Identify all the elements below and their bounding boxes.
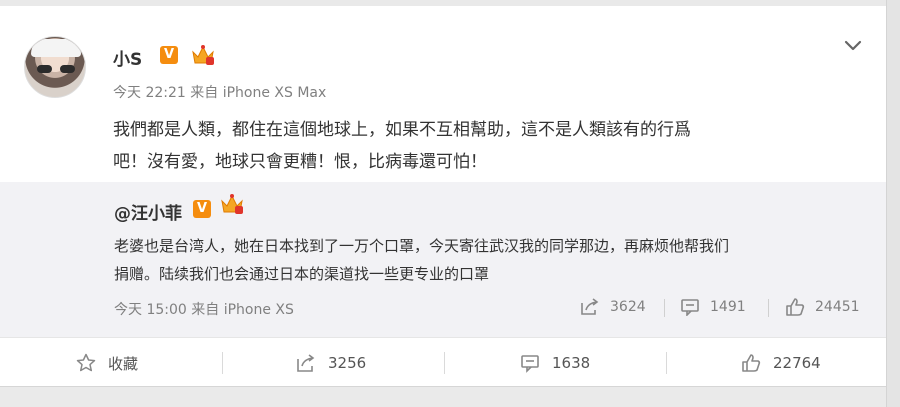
chevron-down-icon[interactable]: [842, 34, 864, 56]
member-crown-icon[interactable]: [219, 192, 245, 216]
weibo-post-card: 小S V 今天 22:21 来自 iPhone XS Max 我們都是人類，都住…: [0, 6, 886, 407]
repost-text-line: 老婆也是台湾人，她在日本找到了一万个口罩，今天寄往武汉我的同学那边，再麻烦他帮我…: [114, 237, 730, 255]
comment-icon: [521, 355, 539, 373]
repost-share-count: 3624: [610, 299, 646, 315]
comment-icon: [681, 299, 699, 316]
share-count: 3256: [328, 354, 367, 372]
post-text-line: 吧！沒有愛，地球只會更糟！恨，比病毒還可怕！: [113, 152, 487, 172]
repost-author[interactable]: @汪小菲: [114, 199, 182, 224]
like-icon: [742, 354, 761, 372]
avatar[interactable]: [24, 36, 86, 98]
post-text: 我們都是人類，都住在這個地球上，如果不互相幫助，這不是人類該有的行爲 吧！沒有愛…: [113, 114, 853, 178]
repost-like-button[interactable]: 24451: [785, 295, 860, 319]
repost-meta: 今天 15:00 来自 iPhone XS: [114, 302, 294, 318]
member-crown-icon[interactable]: [190, 43, 216, 67]
divider: [664, 299, 665, 317]
verified-badge: V: [160, 46, 178, 64]
verified-badge: V: [193, 200, 211, 218]
favorite-button[interactable]: 收藏: [76, 351, 138, 375]
repost-text: 老婆也是台湾人，她在日本找到了一万个口罩，今天寄往武汉我的同学那边，再麻烦他帮我…: [114, 232, 834, 288]
share-icon: [297, 354, 315, 372]
favorite-label: 收藏: [108, 354, 139, 373]
comment-count: 1638: [552, 354, 591, 372]
repost-text-line: 捐赠。陆续我们也会通过日本的渠道找一些更专业的口罩: [114, 265, 490, 283]
post-action-bar: 收藏 3256 1638 22764: [0, 337, 886, 385]
like-count: 22764: [773, 354, 821, 372]
scrollbar-track[interactable]: [886, 0, 900, 407]
post-text-line: 我們都是人類，都住在這個地球上，如果不互相幫助，這不是人類該有的行爲: [113, 120, 691, 140]
like-icon: [786, 298, 805, 316]
post-meta: 今天 22:21 来自 iPhone XS Max: [113, 85, 327, 101]
post-username[interactable]: 小S: [113, 45, 142, 70]
avatar-cap: [31, 39, 81, 57]
like-button[interactable]: 22764: [741, 351, 821, 375]
repost-share-button[interactable]: 3624: [580, 295, 646, 319]
repost-box: @汪小菲 V 老婆也是台湾人，她在日本找到了一万个口罩，今天寄往武汉我的同学那边…: [0, 182, 886, 337]
divider: [768, 299, 769, 317]
repost-like-count: 24451: [815, 299, 860, 315]
comment-button[interactable]: 1638: [520, 351, 590, 375]
divider: [444, 352, 445, 374]
avatar-glasses: [37, 65, 75, 73]
divider: [222, 352, 223, 374]
share-icon: [581, 298, 599, 315]
divider: [666, 352, 667, 374]
star-icon: [76, 353, 96, 372]
share-button[interactable]: 3256: [296, 351, 366, 375]
repost-comment-count: 1491: [710, 299, 746, 315]
repost-comment-button[interactable]: 1491: [680, 295, 746, 319]
next-card-edge: [0, 386, 886, 407]
